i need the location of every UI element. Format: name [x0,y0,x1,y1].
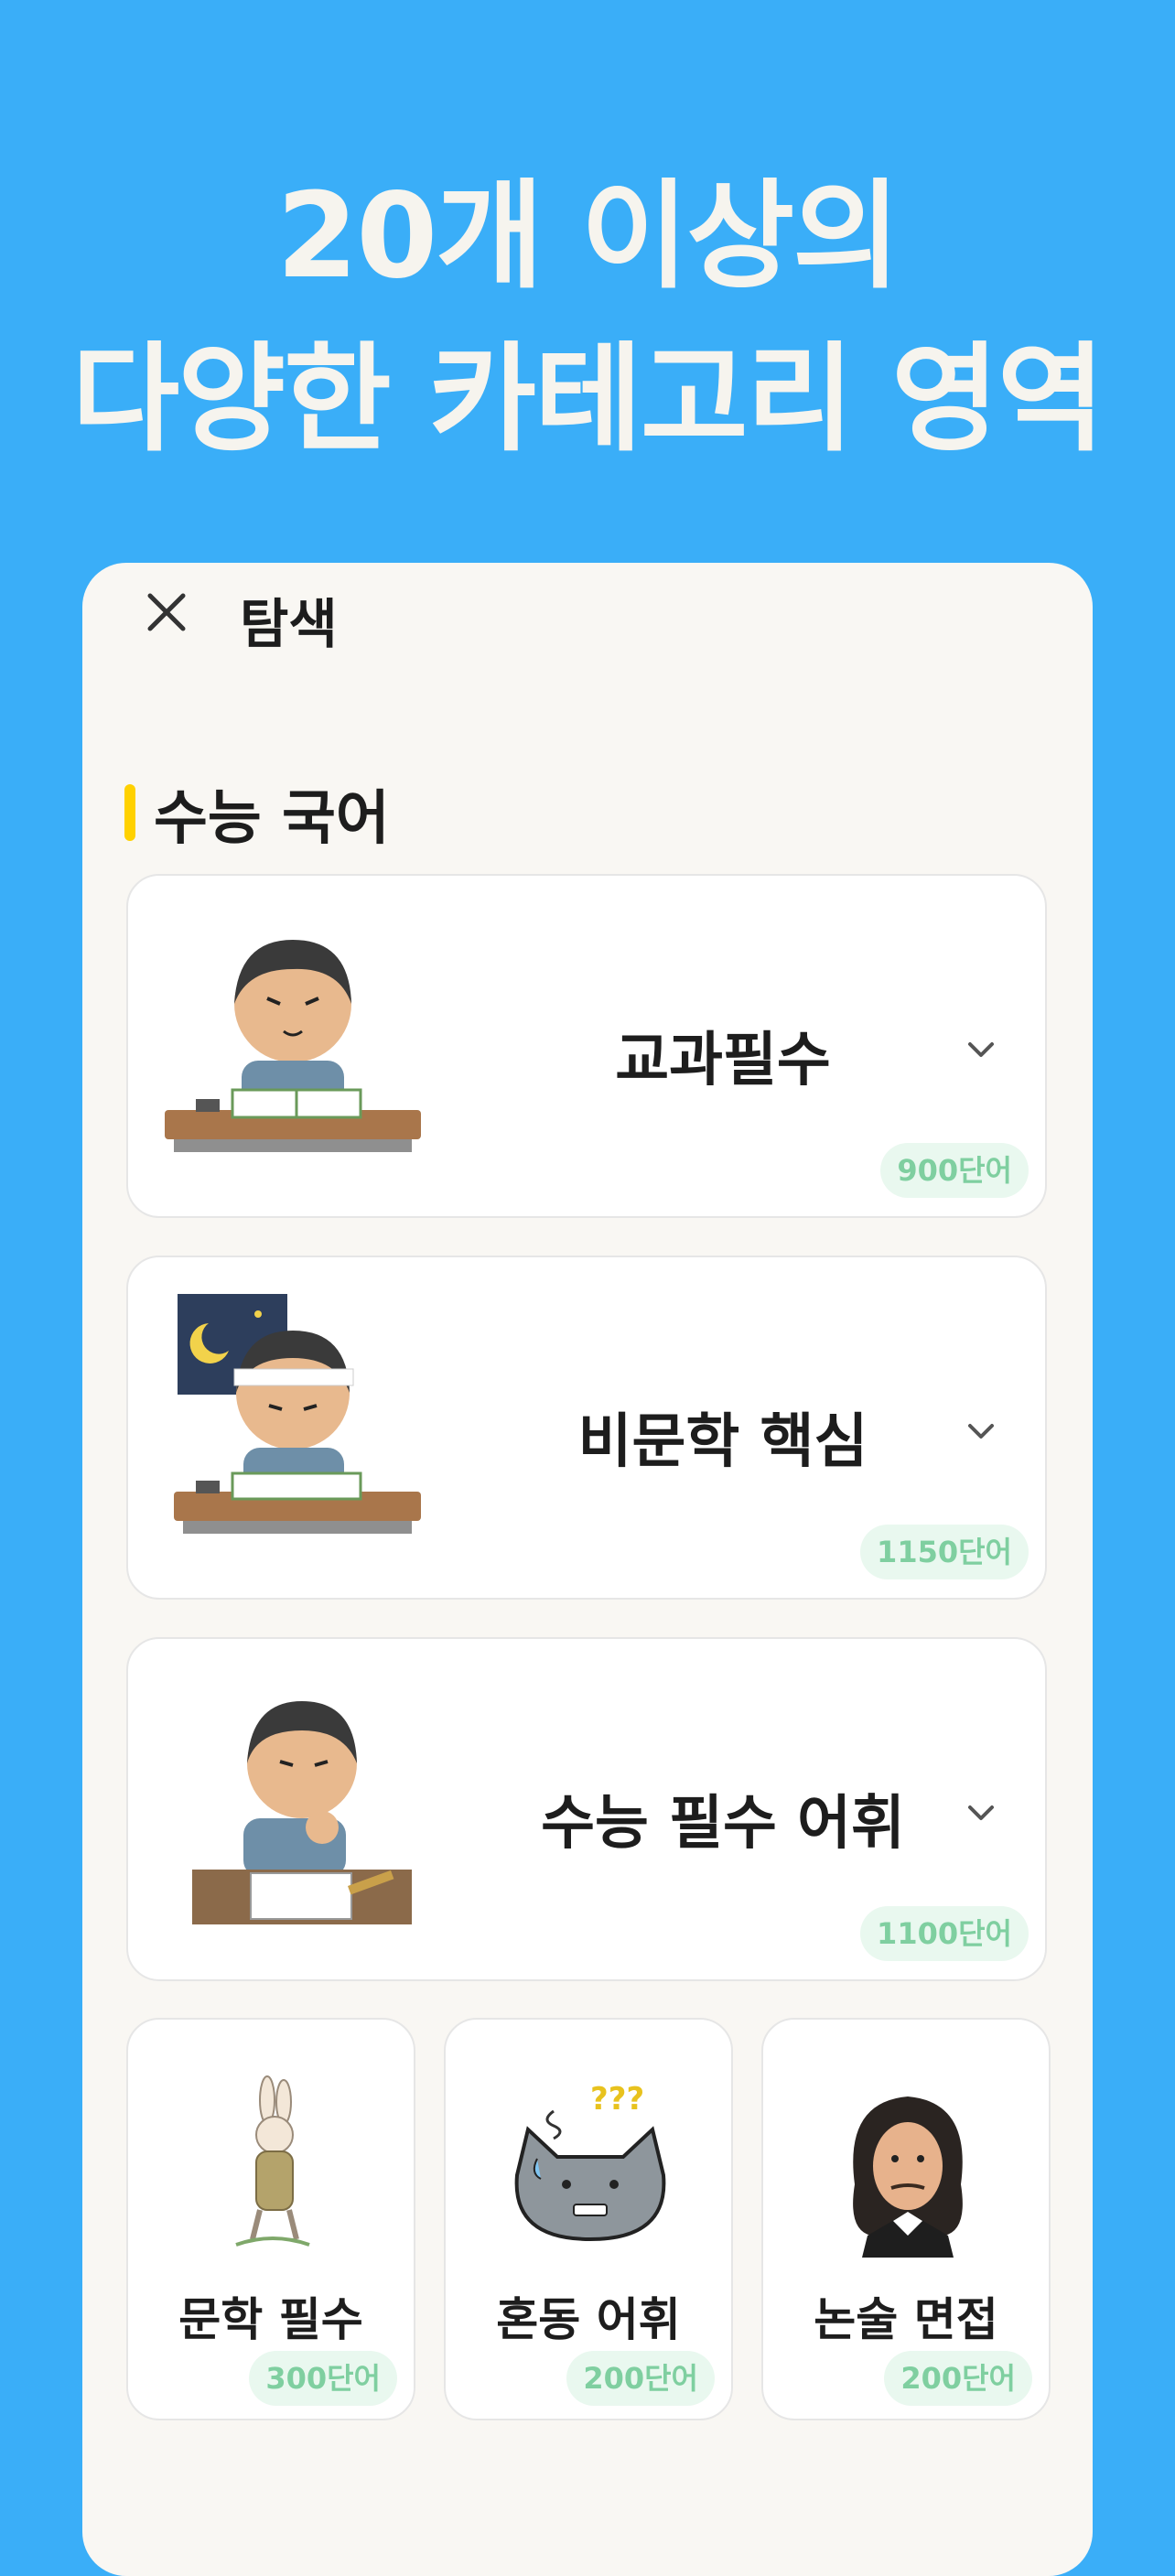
word-count-badge: 900단어 [880,1143,1029,1198]
chevron-down-icon[interactable] [961,1793,1001,1833]
rabbit-illustration [235,2075,310,2247]
student-writing-illustration [165,940,421,1152]
card-title: 혼동 어휘 [496,2293,681,2346]
chevron-down-icon[interactable] [961,1029,1001,1070]
chevron-down-icon[interactable] [961,1411,1001,1451]
word-count-badge: 1100단어 [860,1906,1029,1961]
svg-text:???: ??? [590,2081,644,2118]
student-test-illustration [192,1701,412,1924]
card-title: 비문학 핵심 [577,1408,868,1476]
student-night-study-illustration [174,1294,421,1534]
top-bar: 탐색 [82,563,1093,663]
philosopher-portrait-illustration [853,2096,963,2258]
close-button[interactable] [137,583,196,641]
word-count-badge: 300단어 [249,2351,397,2406]
explore-panel: 탐색 수능 국어 교과필수 900단어 비문학 핵심 1150단어 수능 필수 … [82,563,1093,2576]
category-card-essay-interview[interactable]: 논술 면접 200단어 [761,2018,1051,2420]
word-count-badge: 200단어 [884,2351,1032,2406]
word-count-badge: 1150단어 [860,1525,1029,1579]
close-icon [147,593,186,631]
category-card-nonliterature-core[interactable]: 비문학 핵심 1150단어 [126,1256,1047,1600]
hero-heading: 20개 이상의 다양한 카테고리 영역 [0,156,1175,481]
category-card-literature-essentials[interactable]: 문학 필수 300단어 [126,2018,415,2420]
page-title: 탐색 [240,593,338,655]
word-count-badge: 200단어 [566,2351,715,2406]
hero-line-2: 다양한 카테고리 영역 [71,331,1105,468]
section-title: 수능 국어 [154,785,390,853]
confused-cat-illustration: ??? [514,2081,666,2242]
card-title: 교과필수 [615,1027,831,1094]
hero-line-1: 20개 이상의 [276,168,900,305]
section-accent-bar [124,784,135,841]
card-title: 수능 필수 어휘 [541,1790,905,1858]
card-title: 논술 면접 [814,2293,998,2346]
category-card-core-curriculum[interactable]: 교과필수 900단어 [126,874,1047,1218]
category-card-confusing-words[interactable]: ??? 혼동 어휘 200단어 [444,2018,733,2420]
category-card-csat-vocabulary[interactable]: 수능 필수 어휘 1100단어 [126,1637,1047,1981]
card-title: 문학 필수 [178,2293,363,2346]
